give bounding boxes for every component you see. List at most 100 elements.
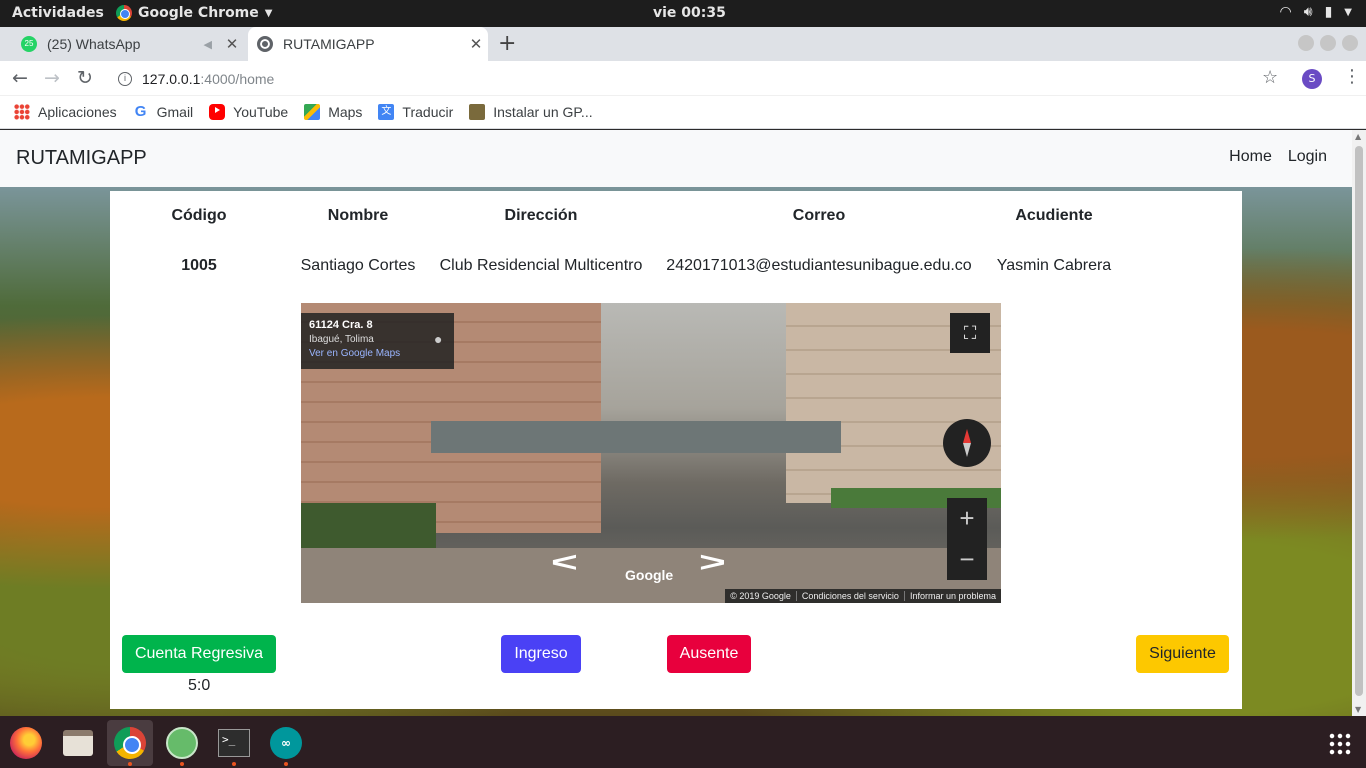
page-scrollbar[interactable]: ▲ ▼	[1352, 130, 1366, 716]
nav-link-login[interactable]: Login	[1288, 148, 1327, 166]
bookmark-label: YouTube	[233, 104, 289, 120]
bookmark-label: Maps	[328, 104, 363, 120]
back-icon[interactable]: ←	[12, 67, 28, 89]
caret-down-icon: ▼	[264, 7, 273, 19]
url-host: 127.0.0.1	[142, 71, 201, 87]
compass-icon[interactable]	[943, 419, 991, 467]
bookmark-apps[interactable]: Aplicaciones	[14, 104, 117, 120]
chrome-icon	[114, 727, 146, 759]
student-card: Código Nombre Dirección Correo Acudiente…	[110, 191, 1242, 709]
google-logo: Google	[625, 567, 674, 583]
terms-link[interactable]: Condiciones del servicio	[795, 591, 904, 601]
activities-button[interactable]: Actividades	[12, 5, 104, 21]
terminal-icon: >_	[218, 729, 250, 757]
tab-whatsapp[interactable]: 25 (25) WhatsApp ◀︎ ✕	[12, 27, 244, 61]
map-pin-icon: ●	[434, 331, 443, 347]
clock[interactable]: vie 00:35	[653, 5, 726, 21]
bookmark-translate[interactable]: 文 Traducir	[378, 104, 453, 120]
volume-icon: 🔊︎	[1303, 4, 1313, 20]
globe-icon	[257, 36, 273, 52]
copyright-text: © 2019 Google	[730, 591, 791, 601]
address-bar[interactable]: i 127.0.0.1:4000/home	[110, 64, 1290, 94]
scroll-down-icon[interactable]: ▼	[1355, 705, 1361, 714]
tab-strip: 25 (25) WhatsApp ◀︎ ✕ RUTAMIGAPP ✕ +	[0, 27, 1366, 61]
nav-link-home[interactable]: Home	[1229, 148, 1272, 166]
system-tray[interactable]: ◠ 🔊︎ ▮ ▼	[1280, 4, 1352, 20]
url-path: :4000/home	[200, 71, 275, 87]
files-icon	[63, 730, 93, 756]
street-view-city: Ibagué, Tolima	[309, 334, 374, 345]
absent-button[interactable]: Ausente	[667, 635, 751, 673]
browser-toolbar: ← → ↻ i 127.0.0.1:4000/home ☆ S ⋮	[0, 61, 1366, 96]
nav-arrow-left-icon[interactable]: <	[551, 546, 578, 578]
scroll-up-icon[interactable]: ▲	[1355, 132, 1361, 141]
bookmark-install-gp[interactable]: Instalar un GP...	[469, 104, 593, 120]
dock-terminal[interactable]: >_	[211, 720, 257, 766]
apps-grid-icon	[14, 104, 30, 120]
dock-firefox[interactable]	[3, 720, 49, 766]
reload-icon[interactable]: ↻	[77, 67, 93, 89]
next-button[interactable]: Siguiente	[1136, 635, 1229, 673]
translate-icon: 文	[378, 104, 395, 120]
minimize-icon[interactable]	[1298, 35, 1314, 51]
menu-icon[interactable]: ⋮	[1343, 66, 1361, 87]
bookmark-page-icon	[469, 104, 486, 120]
scrollbar-thumb[interactable]	[1355, 146, 1363, 696]
header-acudiente: Acudiente	[1015, 207, 1093, 224]
zoom-out-button[interactable]: −	[947, 539, 987, 580]
forward-icon[interactable]: →	[44, 67, 60, 89]
tab-rutamigapp[interactable]: RUTAMIGAPP ✕	[248, 27, 488, 61]
battery-icon: ▮	[1324, 4, 1333, 20]
info-icon[interactable]: i	[118, 72, 132, 86]
bookmarks-bar: Aplicaciones G Gmail YouTube Maps 文 Traduc…	[0, 96, 1366, 129]
caret-down-icon: ▼	[1344, 6, 1352, 18]
zoom-in-button[interactable]: +	[947, 498, 987, 539]
cell-acudiente: Yasmin Cabrera	[996, 257, 1112, 274]
bookmark-star-icon[interactable]: ☆	[1262, 67, 1278, 88]
chrome-icon	[116, 5, 132, 21]
countdown-timer: 5:0	[188, 677, 211, 694]
app-menu[interactable]: Google Chrome ▼	[116, 5, 272, 21]
bookmark-label: Aplicaciones	[38, 104, 117, 120]
cell-codigo: 1005	[181, 257, 217, 274]
bookmark-youtube[interactable]: YouTube	[209, 104, 288, 120]
wifi-icon: ◠	[1279, 4, 1292, 20]
street-view-panorama[interactable]: 61124 Cra. 8 Ibagué, Tolima Ver en Googl…	[301, 303, 1001, 603]
cell-correo: 2420171013@estudiantesunibague.edu.co	[666, 257, 972, 274]
mute-icon[interactable]: ◀︎	[204, 38, 212, 51]
header-codigo: Código	[171, 207, 227, 224]
view-in-google-maps-link[interactable]: Ver en Google Maps	[309, 348, 446, 359]
bookmark-label: Traducir	[402, 104, 454, 120]
profile-avatar[interactable]: S	[1302, 69, 1322, 89]
countdown-button[interactable]: Cuenta Regresiva	[122, 635, 276, 673]
street-view-address: 61124 Cra. 8	[309, 319, 373, 331]
check-in-button[interactable]: Ingreso	[501, 635, 581, 673]
nav-links: Home Login	[1229, 148, 1327, 166]
close-window-icon[interactable]	[1342, 35, 1358, 51]
dock-files[interactable]	[55, 720, 101, 766]
google-icon: G	[134, 103, 147, 120]
bookmark-label: Instalar un GP...	[493, 104, 593, 120]
window-controls	[1298, 35, 1358, 51]
report-problem-link[interactable]: Informar un problema	[903, 591, 1001, 601]
new-tab-icon[interactable]: +	[498, 31, 516, 56]
dock-chrome[interactable]	[107, 720, 153, 766]
header-correo: Correo	[792, 207, 846, 224]
site-brand[interactable]: RUTAMIGAPP	[16, 147, 147, 170]
street-view-gate	[431, 421, 841, 453]
show-apps-icon[interactable]	[1328, 732, 1352, 756]
dock-atom[interactable]	[159, 720, 205, 766]
maximize-icon[interactable]	[1320, 35, 1336, 51]
system-top-bar: Actividades Google Chrome ▼ vie 00:35 ◠ …	[0, 0, 1366, 27]
street-view-address-box: 61124 Cra. 8 Ibagué, Tolima Ver en Googl…	[301, 313, 454, 369]
nav-arrow-right-icon[interactable]: >	[699, 546, 726, 578]
close-tab-icon[interactable]: ✕	[464, 35, 488, 53]
running-indicator	[232, 762, 236, 766]
bookmark-maps[interactable]: Maps	[304, 104, 362, 120]
bookmark-gmail[interactable]: G Gmail	[133, 103, 193, 121]
dock-arduino[interactable]: ∞	[263, 720, 309, 766]
page-viewport: RUTAMIGAPP Home Login Código Nombre Dire…	[0, 130, 1352, 716]
fullscreen-icon[interactable]: ⛶	[950, 313, 990, 353]
close-tab-icon[interactable]: ✕	[220, 35, 244, 53]
tab-title: (25) WhatsApp	[47, 36, 141, 52]
